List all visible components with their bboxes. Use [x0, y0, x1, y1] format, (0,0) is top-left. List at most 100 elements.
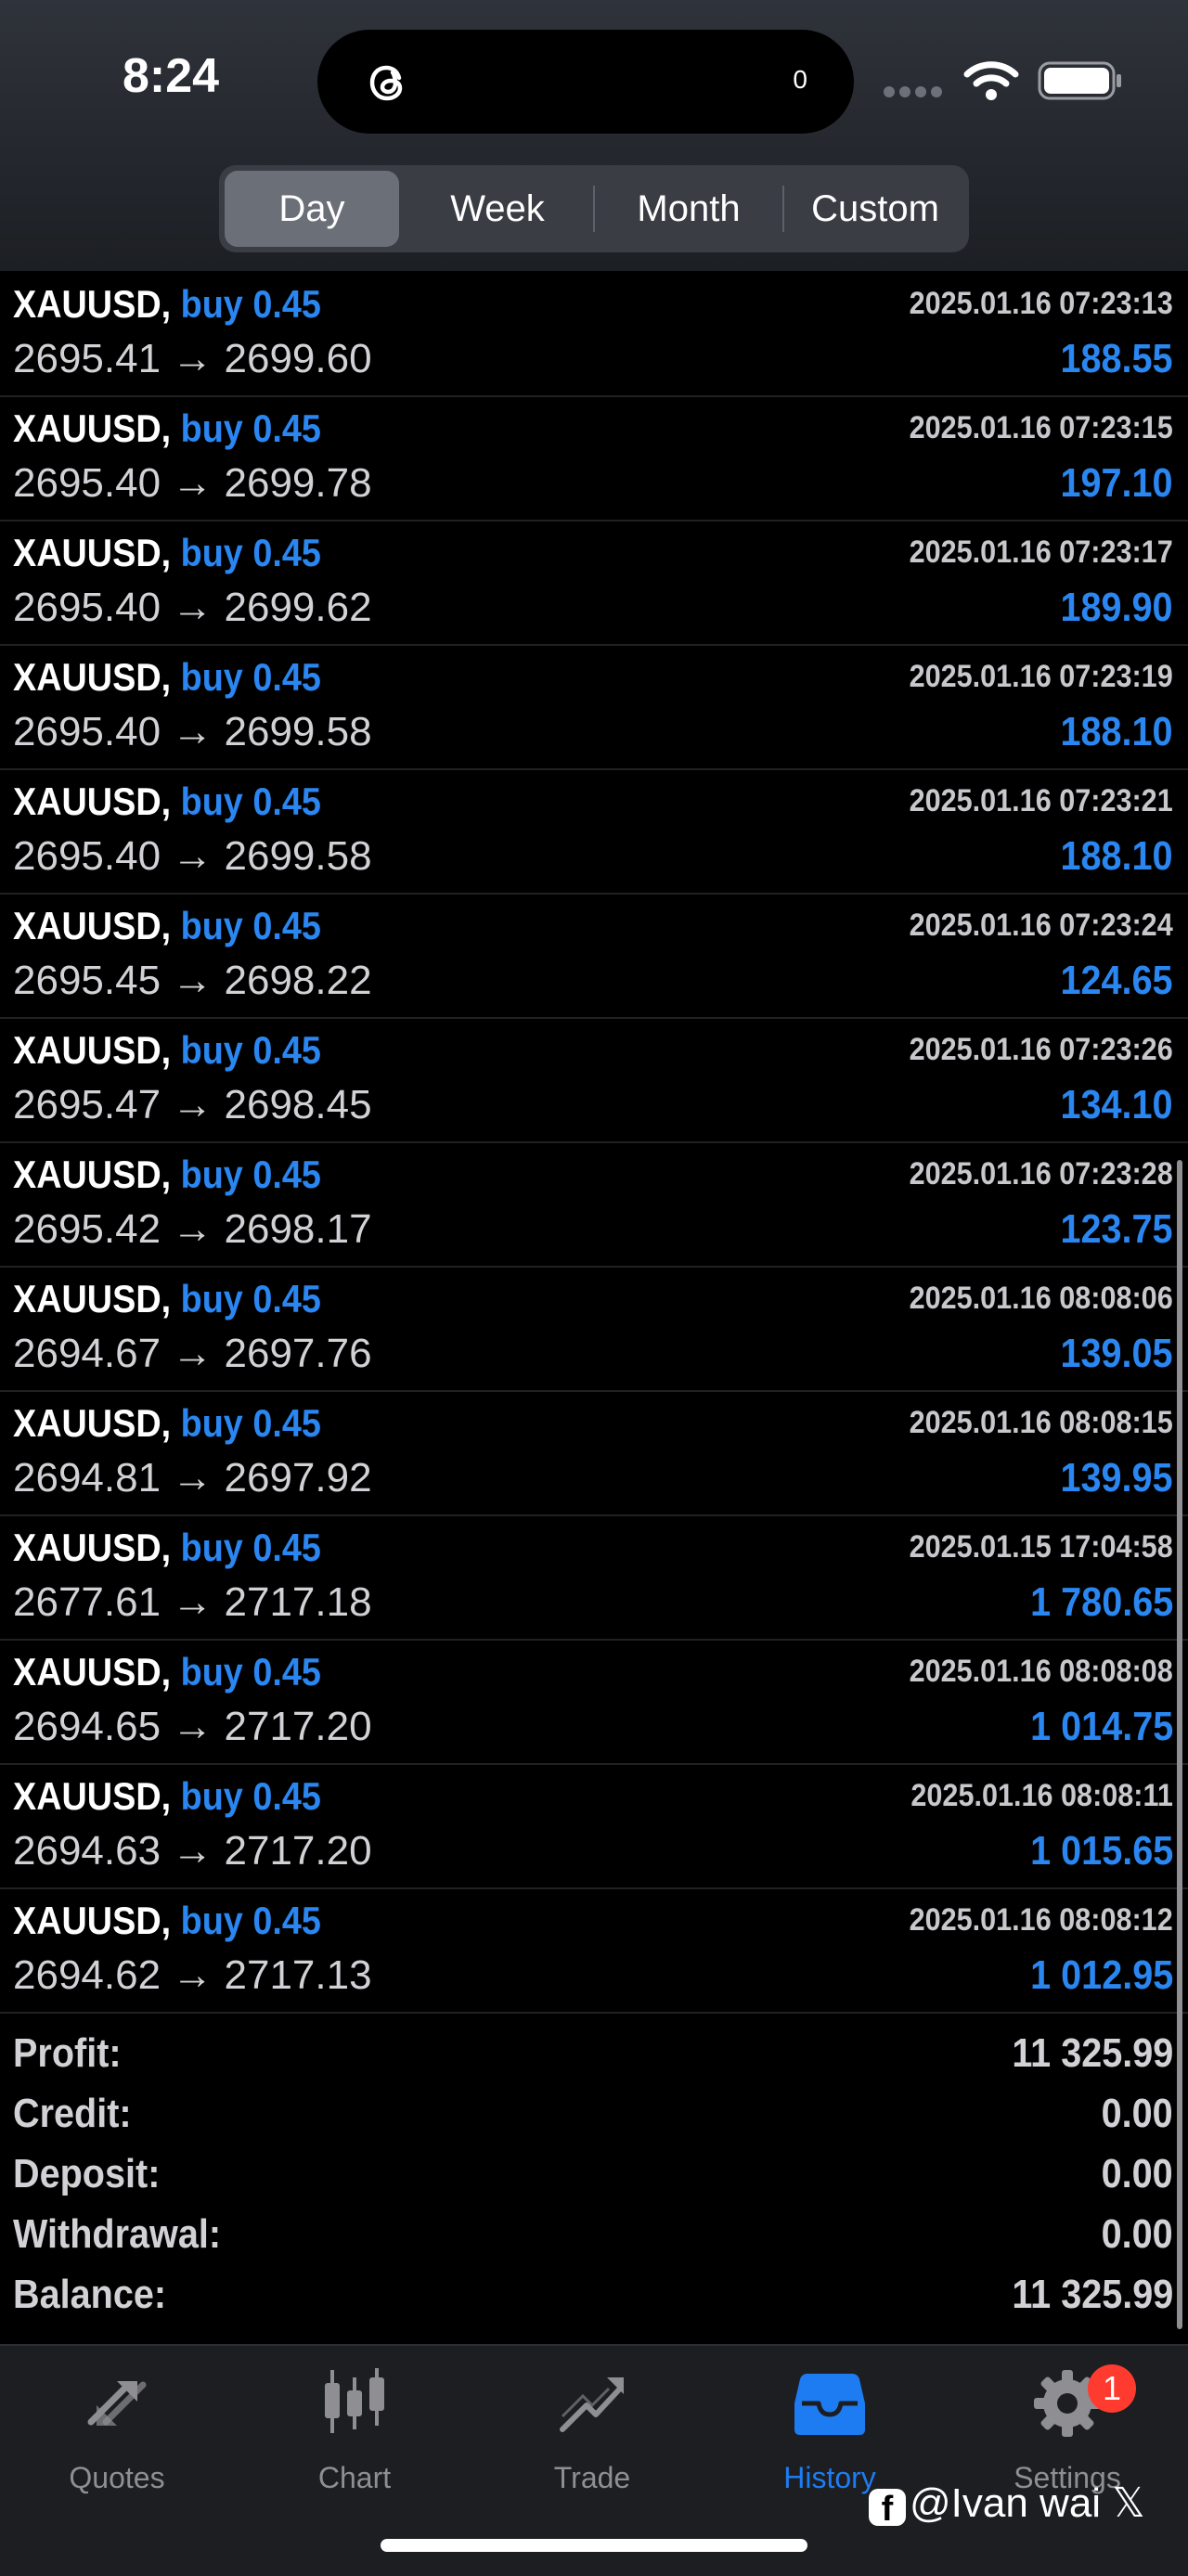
deal-profit: 1 015.65 [1029, 1828, 1173, 1874]
deal-action: buy 0.45 [180, 1153, 321, 1196]
tab-label: Trade [553, 2461, 631, 2494]
notification-count: 0 [793, 65, 807, 94]
deal-prices: 2695.45 → 2698.22 [13, 958, 372, 1003]
tab-day[interactable]: Day [225, 171, 399, 247]
segment-divider [782, 186, 784, 232]
history-icon [794, 2374, 865, 2435]
deal-datetime: 2025.01.16 07:23:26 [909, 1032, 1173, 1067]
deal-row[interactable]: XAUUSD, buy 0.45 2025.01.16 07:23:13 269… [0, 273, 1188, 397]
deal-datetime: 2025.01.16 07:23:19 [909, 659, 1173, 694]
deal-prices: 2694.81 → 2697.92 [13, 1455, 372, 1501]
trade-icon [560, 2377, 624, 2432]
tab-custom[interactable]: Custom [785, 171, 965, 247]
deal-symbol: XAUUSD, [13, 1277, 172, 1320]
deal-row[interactable]: XAUUSD, buy 0.45 2025.01.16 07:23:15 269… [0, 397, 1188, 522]
tab-month[interactable]: Month [596, 171, 781, 247]
dynamic-island: 0 [317, 30, 854, 134]
tab-label: Chart [317, 2461, 392, 2494]
scrollbar[interactable] [1177, 1160, 1182, 2329]
deal-action: buy 0.45 [180, 655, 321, 699]
deal-row[interactable]: XAUUSD, buy 0.45 2025.01.16 08:08:15 269… [0, 1392, 1188, 1516]
deal-datetime: 2025.01.16 08:08:08 [909, 1654, 1173, 1689]
summary-label: Deposit: [13, 2151, 161, 2196]
deal-row[interactable]: XAUUSD, buy 0.45 2025.01.16 08:08:06 269… [0, 1268, 1188, 1392]
watermark-text: @Ivan wai 𝕏 [910, 2480, 1145, 2526]
deal-row[interactable]: XAUUSD, buy 0.45 2025.01.16 07:23:19 269… [0, 646, 1188, 770]
deal-prices: 2694.63 → 2717.20 [13, 1828, 372, 1874]
deal-profit: 123.75 [1060, 1206, 1173, 1252]
deal-action: buy 0.45 [180, 779, 321, 823]
deal-prices: 2694.65 → 2717.20 [13, 1704, 372, 1749]
deal-row[interactable]: XAUUSD, buy 0.45 2025.01.15 17:04:58 267… [0, 1516, 1188, 1641]
deals-list: XAUUSD, buy 0.45 2025.01.16 07:23:13 269… [0, 273, 1188, 2014]
tab-quotes[interactable]: Quotes [15, 2364, 219, 2504]
deal-prices: 2694.67 → 2697.76 [13, 1331, 372, 1376]
deal-row[interactable]: XAUUSD, buy 0.45 2025.01.16 07:23:24 269… [0, 895, 1188, 1019]
deal-symbol: XAUUSD, [13, 531, 172, 574]
cellular-signal-icon [884, 85, 949, 98]
deal-symbol: XAUUSD, [13, 1774, 172, 1818]
deal-symbol: XAUUSD, [13, 1028, 172, 1072]
deal-action: buy 0.45 [180, 1774, 321, 1818]
deal-action: buy 0.45 [180, 1650, 321, 1694]
summary-row-profit: Profit: 11 325.99 [0, 2023, 1188, 2083]
deal-prices: 2677.61 → 2717.18 [13, 1579, 372, 1625]
deal-datetime: 2025.01.16 07:23:28 [909, 1156, 1173, 1191]
tab-week[interactable]: Week [405, 171, 590, 247]
deal-row[interactable]: XAUUSD, buy 0.45 2025.01.16 08:08:12 269… [0, 1889, 1188, 2014]
deal-profit: 188.10 [1060, 709, 1173, 754]
summary-value: 0.00 [1101, 2151, 1173, 2196]
deal-datetime: 2025.01.16 08:08:15 [909, 1405, 1173, 1440]
deal-action: buy 0.45 [180, 1526, 321, 1569]
deal-profit: 139.95 [1060, 1455, 1173, 1501]
deal-datetime: 2025.01.16 08:08:11 [910, 1778, 1173, 1813]
deal-symbol: XAUUSD, [13, 655, 172, 699]
tab-label: Quotes [69, 2461, 165, 2494]
summary-row-credit: Credit: 0.00 [0, 2083, 1188, 2144]
deal-profit: 134.10 [1060, 1082, 1173, 1127]
deal-datetime: 2025.01.15 17:04:58 [909, 1529, 1173, 1565]
deal-action: buy 0.45 [180, 282, 321, 326]
deal-row[interactable]: XAUUSD, buy 0.45 2025.01.16 08:08:11 269… [0, 1765, 1188, 1889]
deal-action: buy 0.45 [180, 1401, 321, 1445]
summary-label: Credit: [13, 2091, 132, 2136]
deal-datetime: 2025.01.16 07:23:15 [909, 410, 1173, 445]
deal-datetime: 2025.01.16 08:08:06 [909, 1281, 1173, 1316]
deal-symbol: XAUUSD, [13, 779, 172, 823]
wifi-icon [963, 61, 1019, 100]
deal-prices: 2695.40 → 2699.58 [13, 709, 372, 754]
deal-prices: 2695.47 → 2698.45 [13, 1082, 372, 1127]
deal-symbol: XAUUSD, [13, 904, 172, 947]
home-indicator[interactable] [381, 2539, 807, 2552]
deal-profit: 139.05 [1060, 1331, 1173, 1376]
deal-datetime: 2025.01.16 07:23:13 [909, 286, 1173, 321]
deal-row[interactable]: XAUUSD, buy 0.45 2025.01.16 07:23:28 269… [0, 1143, 1188, 1268]
facebook-icon: f [869, 2489, 906, 2529]
threads-icon [369, 65, 403, 101]
summary-row-balance: Balance: 11 325.99 [0, 2264, 1188, 2325]
chart-icon [325, 2368, 384, 2433]
deal-profit: 1 780.65 [1029, 1579, 1173, 1625]
account-summary: Profit: 11 325.99 Credit: 0.00 Deposit: … [0, 2023, 1188, 2325]
quotes-icon [87, 2381, 147, 2426]
summary-row-withdrawal: Withdrawal: 0.00 [0, 2204, 1188, 2264]
deal-profit: 1 012.95 [1029, 1952, 1173, 1998]
deal-symbol: XAUUSD, [13, 1899, 172, 1942]
summary-label: Balance: [13, 2272, 167, 2317]
deal-row[interactable]: XAUUSD, buy 0.45 2025.01.16 08:08:08 269… [0, 1641, 1188, 1765]
deal-action: buy 0.45 [180, 1899, 321, 1942]
deal-row[interactable]: XAUUSD, buy 0.45 2025.01.16 07:23:17 269… [0, 522, 1188, 646]
deal-row[interactable]: XAUUSD, buy 0.45 2025.01.16 07:23:21 269… [0, 770, 1188, 895]
header: 8:24 0 Day Week Month Custom [0, 0, 1188, 271]
summary-value: 11 325.99 [1012, 2030, 1173, 2076]
deal-row[interactable]: XAUUSD, buy 0.45 2025.01.16 07:23:26 269… [0, 1019, 1188, 1143]
deal-datetime: 2025.01.16 07:23:17 [909, 535, 1173, 570]
summary-label: Profit: [13, 2030, 122, 2076]
deal-profit: 197.10 [1060, 460, 1173, 506]
deal-prices: 2695.40 → 2699.78 [13, 460, 372, 506]
tab-trade[interactable]: Trade [490, 2364, 694, 2504]
deal-profit: 188.10 [1060, 833, 1173, 879]
deal-prices: 2695.41 → 2699.60 [13, 336, 372, 381]
tab-chart[interactable]: Chart [252, 2364, 457, 2504]
period-selector: Day Week Month Custom [219, 165, 969, 252]
